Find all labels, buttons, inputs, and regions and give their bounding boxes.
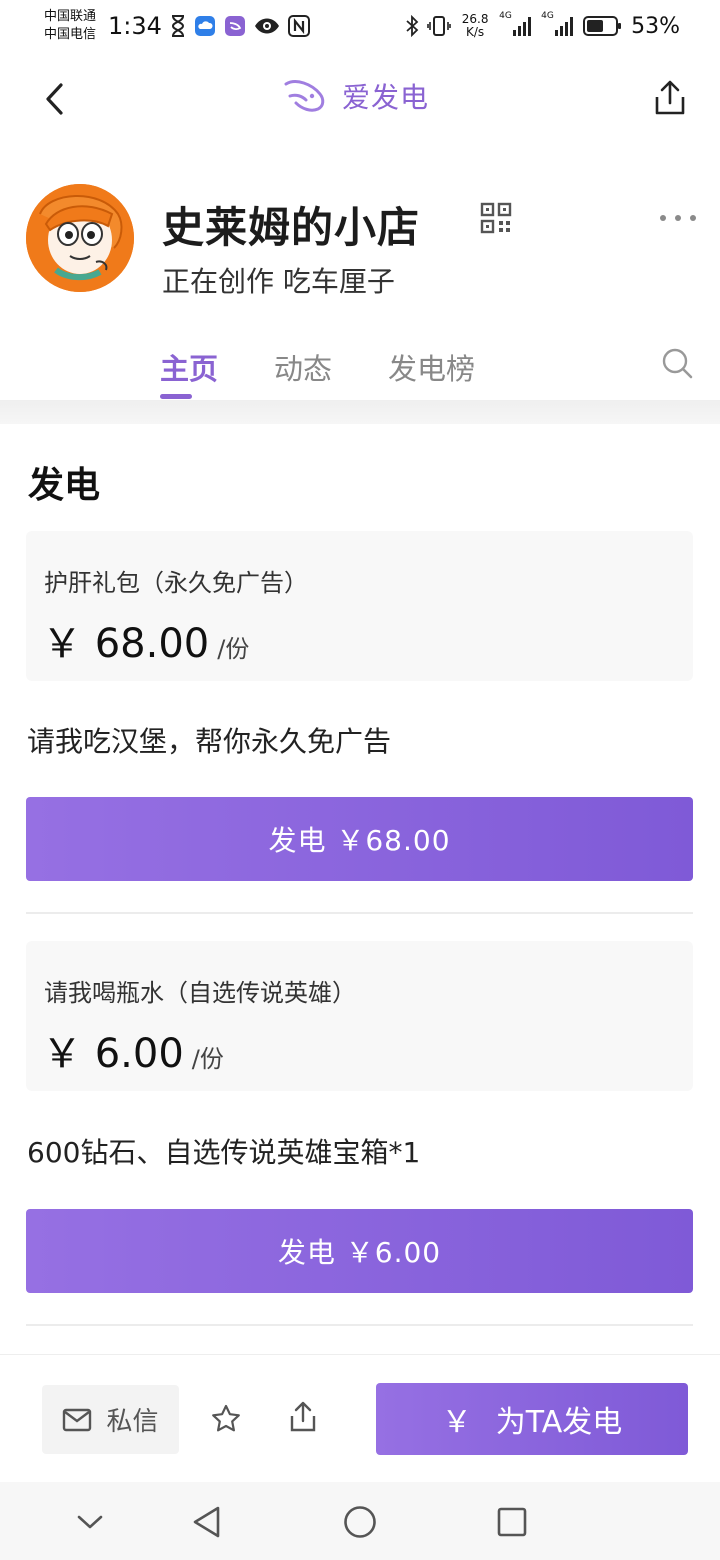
carrier-1: 中国联通: [44, 9, 97, 24]
bluetooth-icon: [405, 15, 419, 37]
back-triangle-icon: [193, 1506, 220, 1538]
home-circle-icon: [344, 1506, 376, 1538]
yuan-icon: ￥: [441, 1405, 472, 1440]
signal-icon-2: 4G: [541, 11, 575, 37]
share-icon: [655, 80, 685, 115]
eye-icon: [254, 17, 280, 35]
tier-price: ￥ 6.00 /份: [42, 1021, 224, 1079]
favorite-button[interactable]: [210, 1403, 242, 1435]
nfc-icon: [287, 15, 310, 37]
tier-description: 600钻石、自选传说英雄宝箱*1: [27, 1136, 421, 1169]
brand-logo-icon: [284, 80, 325, 112]
share-button-bottom[interactable]: [288, 1401, 320, 1433]
support-tier-button-label: 发电 ￥68.00: [268, 824, 451, 857]
chevron-down-icon: [77, 1515, 103, 1529]
support-creator-button[interactable]: ￥ 为TA发电: [376, 1383, 688, 1455]
tier-name: 护肝礼包（永久免广告）: [44, 569, 308, 597]
shop-status: 正在创作 吃车厘子: [162, 265, 395, 298]
support-tier-button-label: 发电 ￥6.00: [277, 1236, 442, 1269]
vibrate-icon: [427, 15, 451, 37]
nav-home-button[interactable]: [340, 1502, 380, 1542]
recents-square-icon: [497, 1507, 527, 1537]
profile-section: 史莱姆的小店 正在创作 吃车厘子: [0, 184, 720, 300]
brand-name: 爱发电: [342, 81, 430, 114]
message-label: 私信: [106, 1407, 159, 1437]
system-navigation-bar: [0, 1482, 720, 1560]
signal-2-label: 4G: [541, 11, 554, 21]
net-speed-unit: K/s: [466, 25, 485, 39]
avatar[interactable]: [26, 184, 134, 292]
system-status-icons: 26.8 K/s 4G 4G 53%: [405, 11, 680, 39]
brand: 爱发电: [282, 76, 429, 116]
carrier-labels: 中国联通 中国电信: [44, 8, 104, 44]
price-unit: /份: [191, 1045, 224, 1073]
status-bar: 中国联通 中国电信 1:34 26.8 K/s 4G 4G 53%: [0, 0, 720, 52]
mail-icon: [63, 1408, 92, 1431]
nav-recents-button[interactable]: [492, 1502, 532, 1542]
tab-posts[interactable]: 动态: [274, 346, 332, 388]
tier-price: ￥ 68.00 /份: [42, 611, 249, 669]
section-separator: [0, 400, 720, 424]
star-icon: [212, 1404, 240, 1432]
message-button[interactable]: 私信: [42, 1385, 179, 1454]
tab-leaderboard[interactable]: 发电榜: [388, 346, 475, 388]
active-tab-indicator: [160, 394, 192, 399]
status-time: 1:34: [108, 12, 162, 40]
price-value: ￥ 68.00: [42, 621, 210, 667]
back-icon: [46, 83, 63, 115]
divider: [26, 1324, 693, 1326]
tier-description: 请我吃汉堡，帮你永久免广告: [27, 725, 392, 758]
more-icon[interactable]: [660, 212, 696, 224]
tier-card: 请我喝瓶水（自选传说英雄） ￥ 6.00 /份: [26, 941, 693, 1091]
signal-1-label: 4G: [499, 11, 512, 21]
nav-collapse-button[interactable]: [70, 1502, 110, 1542]
tab-bar: 主页 动态 发电榜: [0, 340, 720, 400]
battery-percent: 53%: [631, 13, 680, 39]
section-title: 发电: [28, 465, 101, 506]
support-creator-label: 为TA发电: [495, 1405, 623, 1440]
support-tier-button[interactable]: 发电 ￥68.00: [26, 797, 693, 881]
hourglass-icon: [170, 15, 186, 37]
shop-name: 史莱姆的小店: [162, 203, 421, 252]
net-speed: 26.8 K/s: [459, 13, 491, 39]
divider: [26, 912, 693, 914]
notification-icons: [170, 15, 310, 37]
back-button[interactable]: [36, 80, 72, 118]
price-unit: /份: [217, 635, 250, 663]
price-value: ￥ 6.00: [42, 1031, 184, 1077]
carrier-2: 中国电信: [44, 27, 97, 42]
share-icon: [290, 1401, 316, 1432]
qr-code-icon[interactable]: [480, 202, 512, 234]
tab-home[interactable]: 主页: [160, 346, 218, 388]
nav-back-button[interactable]: [186, 1502, 226, 1542]
cloud-icon: [194, 15, 216, 37]
support-tier-button[interactable]: 发电 ￥6.00: [26, 1209, 693, 1293]
bottom-action-bar: 私信 ￥ 为TA发电: [0, 1354, 720, 1482]
tier-name: 请我喝瓶水（自选传说英雄）: [44, 979, 356, 1007]
search-icon[interactable]: [660, 346, 694, 380]
share-button[interactable]: [650, 78, 690, 118]
signal-icon: 4G: [499, 11, 533, 37]
app-icon: [224, 15, 246, 37]
tier-card: 护肝礼包（永久免广告） ￥ 68.00 /份: [26, 531, 693, 681]
battery-icon: [583, 15, 623, 37]
app-header: 爱发电: [0, 60, 720, 138]
